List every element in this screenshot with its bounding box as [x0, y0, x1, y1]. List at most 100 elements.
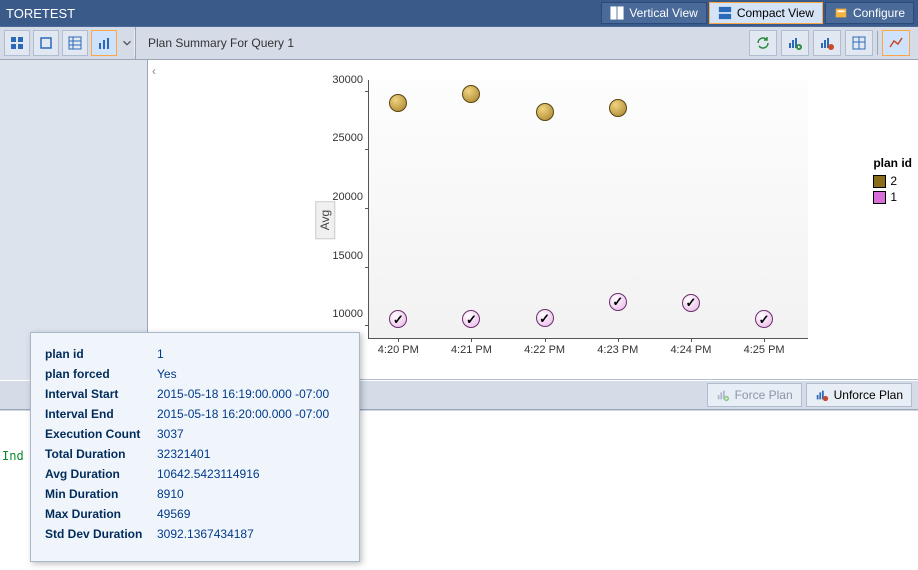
tooltip-key: plan id — [45, 347, 157, 361]
tooltip-key: Std Dev Duration — [45, 527, 157, 541]
table-view-button[interactable] — [62, 30, 88, 56]
single-view-button[interactable] — [33, 30, 59, 56]
chart-point-plan-2[interactable] — [536, 103, 554, 121]
forced-check-icon: ✓ — [393, 313, 404, 326]
chart-point-plan-1[interactable]: ✓ — [755, 310, 773, 328]
y-tick-label: 10000 — [332, 308, 369, 320]
x-tick-mark — [764, 338, 765, 342]
unforce-plan-label: Unforce Plan — [834, 388, 903, 402]
legend-title: plan id — [873, 156, 912, 170]
stop-chart-button[interactable] — [813, 30, 841, 56]
left-toolbar-group — [0, 30, 135, 56]
tooltip-row: plan id1 — [45, 347, 345, 361]
tooltip-value: 8910 — [157, 487, 184, 501]
legend: plan id 2 1 — [873, 156, 912, 206]
datapoint-tooltip: plan id1plan forcedYesInterval Start2015… — [30, 332, 360, 562]
x-tick-mark — [618, 338, 619, 342]
tooltip-row: Interval End2015-05-18 16:20:00.000 -07:… — [45, 407, 345, 421]
tooltip-key: Execution Count — [45, 427, 157, 441]
toolbar: Plan Summary For Query 1 — [0, 27, 918, 60]
chart-point-plan-1[interactable]: ✓ — [462, 310, 480, 328]
y-tick-label: 20000 — [332, 191, 369, 203]
force-plan-button[interactable]: Force Plan — [707, 383, 802, 407]
force-plan-label: Force Plan — [735, 388, 793, 402]
tooltip-key: Total Duration — [45, 447, 157, 461]
plot-area[interactable]: 10000150002000025000300004:20 PM4:21 PM4… — [368, 80, 808, 339]
configure-button[interactable]: Configure — [825, 2, 914, 24]
tooltip-row: Total Duration32321401 — [45, 447, 345, 461]
legend-swatch-icon — [873, 175, 886, 188]
y-tick-mark — [365, 325, 369, 326]
tooltip-value: 32321401 — [157, 447, 210, 461]
vertical-view-icon — [610, 6, 624, 20]
configure-label: Configure — [853, 6, 905, 20]
legend-item[interactable]: 1 — [873, 190, 912, 204]
y-tick-label: 30000 — [332, 74, 369, 86]
legend-swatch-icon — [873, 191, 886, 204]
legend-item[interactable]: 2 — [873, 174, 912, 188]
toolbar-divider-2 — [877, 31, 878, 55]
y-tick-label: 25000 — [332, 132, 369, 144]
y-tick-label: 15000 — [332, 250, 369, 262]
window-title: TORETEST — [0, 6, 75, 21]
forced-check-icon: ✓ — [759, 313, 770, 326]
tooltip-key: Interval Start — [45, 387, 157, 401]
tooltip-row: Std Dev Duration3092.1367434187 — [45, 527, 345, 541]
y-tick-mark — [365, 267, 369, 268]
tooltip-key: Interval End — [45, 407, 157, 421]
chart-view-button[interactable] — [91, 30, 117, 56]
tooltip-key: Avg Duration — [45, 467, 157, 481]
chart-point-plan-1[interactable]: ✓ — [609, 293, 627, 311]
index-text: Ind — [2, 449, 24, 463]
chart-point-plan-1[interactable]: ✓ — [682, 294, 700, 312]
titlebar: TORETEST Vertical View Compact View Conf… — [0, 0, 918, 27]
line-chart-button[interactable] — [882, 30, 910, 56]
x-tick-mark — [471, 338, 472, 342]
compact-view-label: Compact View — [737, 6, 814, 20]
unforce-plan-button[interactable]: Unforce Plan — [806, 383, 912, 407]
table-chart-button[interactable] — [845, 30, 873, 56]
compact-view-button[interactable]: Compact View — [709, 2, 823, 24]
forced-check-icon: ✓ — [685, 296, 696, 309]
tooltip-value: 49569 — [157, 507, 190, 521]
tooltip-row: Min Duration8910 — [45, 487, 345, 501]
legend-label: 2 — [890, 174, 897, 188]
forced-check-icon: ✓ — [612, 295, 623, 308]
refresh-button[interactable] — [749, 30, 777, 56]
tooltip-row: Avg Duration10642.5423114916 — [45, 467, 345, 481]
tooltip-value: 2015-05-18 16:19:00.000 -07:00 — [157, 387, 329, 401]
tooltip-row: Interval Start2015-05-18 16:19:00.000 -0… — [45, 387, 345, 401]
force-plan-icon — [716, 388, 730, 402]
vertical-view-button[interactable]: Vertical View — [601, 2, 706, 24]
forced-check-icon: ✓ — [539, 312, 550, 325]
tooltip-value: 10642.5423114916 — [157, 467, 260, 481]
summary-title: Plan Summary For Query 1 — [136, 36, 749, 50]
play-chart-button[interactable] — [781, 30, 809, 56]
compact-view-icon — [718, 6, 732, 20]
x-tick-mark — [691, 338, 692, 342]
chart-point-plan-1[interactable]: ✓ — [536, 309, 554, 327]
chart-point-plan-1[interactable]: ✓ — [389, 310, 407, 328]
collapse-chevron-icon[interactable]: ‹ — [152, 64, 162, 74]
x-tick-mark — [398, 338, 399, 342]
forced-check-icon: ✓ — [466, 313, 477, 326]
y-tick-mark — [365, 208, 369, 209]
tooltip-key: Min Duration — [45, 487, 157, 501]
legend-label: 1 — [890, 190, 897, 204]
dropdown-arrow-button[interactable] — [120, 30, 134, 56]
y-tick-mark — [365, 91, 369, 92]
tooltip-row: Execution Count3037 — [45, 427, 345, 441]
tooltip-value: 1 — [157, 347, 164, 361]
chart-point-plan-2[interactable] — [462, 85, 480, 103]
right-toolbar-group — [749, 30, 918, 56]
chart-inner: 10000150002000025000300004:20 PM4:21 PM4… — [308, 70, 818, 369]
tooltip-value: Yes — [157, 367, 177, 381]
chart-point-plan-2[interactable] — [389, 94, 407, 112]
tooltip-value: 3092.1367434187 — [157, 527, 254, 541]
grid-view-button[interactable] — [4, 30, 30, 56]
vertical-view-label: Vertical View — [629, 6, 697, 20]
unforce-plan-icon — [815, 388, 829, 402]
chart-point-plan-2[interactable] — [609, 99, 627, 117]
tooltip-value: 2015-05-18 16:20:00.000 -07:00 — [157, 407, 329, 421]
configure-icon — [834, 6, 848, 20]
